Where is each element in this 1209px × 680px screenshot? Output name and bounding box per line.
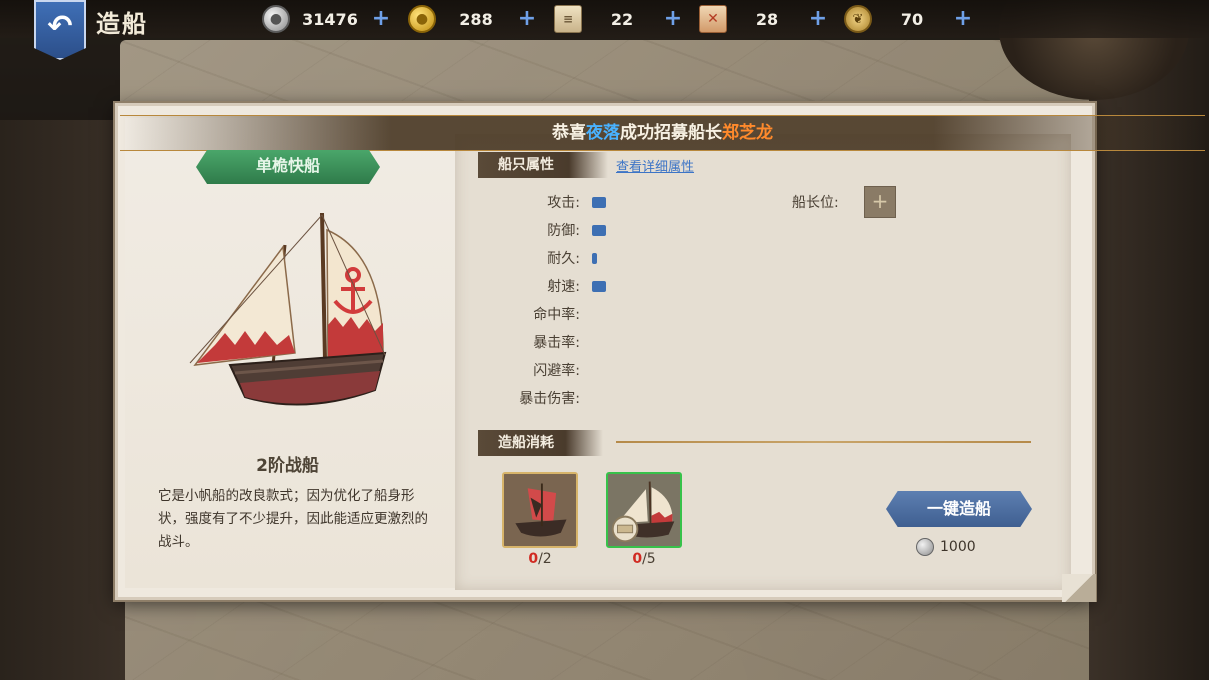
stat-label: 防御:: [547, 223, 580, 239]
medal-value: 70: [900, 9, 924, 29]
map-ticket-value: 28: [755, 9, 779, 29]
sailboat-illustration: [185, 205, 400, 420]
stat-label: 暴击伤害:: [519, 391, 580, 407]
banner-player-name: 夜落: [586, 123, 620, 143]
build-cost: 1000: [916, 538, 976, 556]
map-ticket-icon: ✕: [699, 5, 727, 33]
back-arrow-icon: ↶: [47, 8, 73, 44]
attributes-header: 船只属性: [478, 152, 608, 178]
captain-slot-label: 船长位:: [792, 195, 839, 211]
stat-bar: [592, 280, 606, 292]
stat-bar: [592, 224, 606, 236]
resource-silver: ● 31476 +: [262, 5, 392, 33]
one-click-build-button[interactable]: 一键造船: [886, 491, 1032, 527]
material-2-count: 0/5: [606, 551, 682, 567]
add-gold-button[interactable]: +: [516, 8, 538, 30]
stat-label: 射速:: [547, 279, 580, 295]
banner-captain-name: 郑芝龙: [722, 123, 773, 143]
laurel-medal-icon: ❦: [844, 5, 872, 33]
material-1-have: 0: [528, 551, 539, 567]
add-map-ticket-button[interactable]: +: [807, 8, 829, 30]
damaged-ship-icon: [504, 474, 576, 546]
page-title: 造船: [96, 10, 148, 38]
silver-value: 31476: [302, 9, 358, 29]
stat-row: 射速:: [480, 275, 780, 297]
silver-coin-icon: ●: [262, 5, 290, 33]
add-medal-button[interactable]: +: [952, 8, 974, 30]
resource-map-ticket: ✕ 28 +: [699, 5, 829, 33]
stat-row: 防御:: [480, 219, 780, 241]
stat-row: 攻击:: [480, 191, 780, 213]
back-button[interactable]: ↶: [34, 0, 86, 60]
material-2-need: /5: [642, 551, 656, 567]
material-sailboat[interactable]: [606, 472, 682, 548]
section-divider: [616, 441, 1031, 443]
material-1-need: /2: [538, 551, 552, 567]
ship-name: 2阶战船: [256, 456, 319, 476]
recruit-notice-banner: 恭喜夜落成功招募船长郑芝龙: [120, 115, 1205, 151]
material-damaged-ship[interactable]: [502, 472, 578, 548]
gold-coin-icon: ●: [408, 5, 436, 33]
stat-label: 闪避率:: [533, 363, 580, 379]
left-desk-shadow: [0, 120, 125, 680]
stat-row: 耐久:: [480, 247, 780, 269]
stat-row: 命中率:: [480, 303, 780, 325]
banner-prefix: 恭喜: [552, 123, 586, 143]
resource-gold: ● 288 +: [408, 5, 538, 33]
scroll-value: 22: [610, 9, 634, 29]
sailboat-blueprint-icon: [608, 474, 680, 546]
stat-row: 暴击率:: [480, 331, 780, 353]
stat-label: 攻击:: [547, 195, 580, 211]
add-silver-button[interactable]: +: [370, 8, 392, 30]
stat-label: 暴击率:: [533, 335, 580, 351]
stat-bar: [592, 196, 606, 208]
ship-description: 它是小帆船的改良款式；因为优化了船身形状，强度有了不少提升，因此能适应更激烈的战…: [158, 488, 428, 550]
banner-middle: 成功招募船长: [620, 123, 722, 143]
material-2-have: 0: [632, 551, 643, 567]
silver-coin-icon: [916, 538, 934, 556]
add-scroll-button[interactable]: +: [662, 8, 684, 30]
page-corner-curl: [1062, 574, 1096, 602]
right-desk-shadow: [1089, 0, 1209, 680]
stat-label: 耐久:: [547, 251, 580, 267]
material-1-count: 0/2: [502, 551, 578, 567]
build-cost-header: 造船消耗: [478, 430, 603, 456]
scroll-icon: ≡: [554, 5, 582, 33]
view-details-link[interactable]: 查看详细属性: [616, 156, 694, 175]
ship-type-tab[interactable]: 单桅快船: [196, 150, 380, 184]
stat-label: 命中率:: [533, 307, 580, 323]
stat-row: 闪避率:: [480, 359, 780, 381]
add-captain-button[interactable]: +: [864, 186, 896, 218]
gold-value: 288: [459, 9, 493, 29]
resource-scroll: ≡ 22 +: [554, 5, 684, 33]
resource-medal: ❦ 70 +: [844, 5, 974, 33]
stat-bar: [592, 252, 597, 264]
build-cost-value: 1000: [940, 539, 976, 555]
stat-row: 暴击伤害:: [480, 387, 780, 409]
